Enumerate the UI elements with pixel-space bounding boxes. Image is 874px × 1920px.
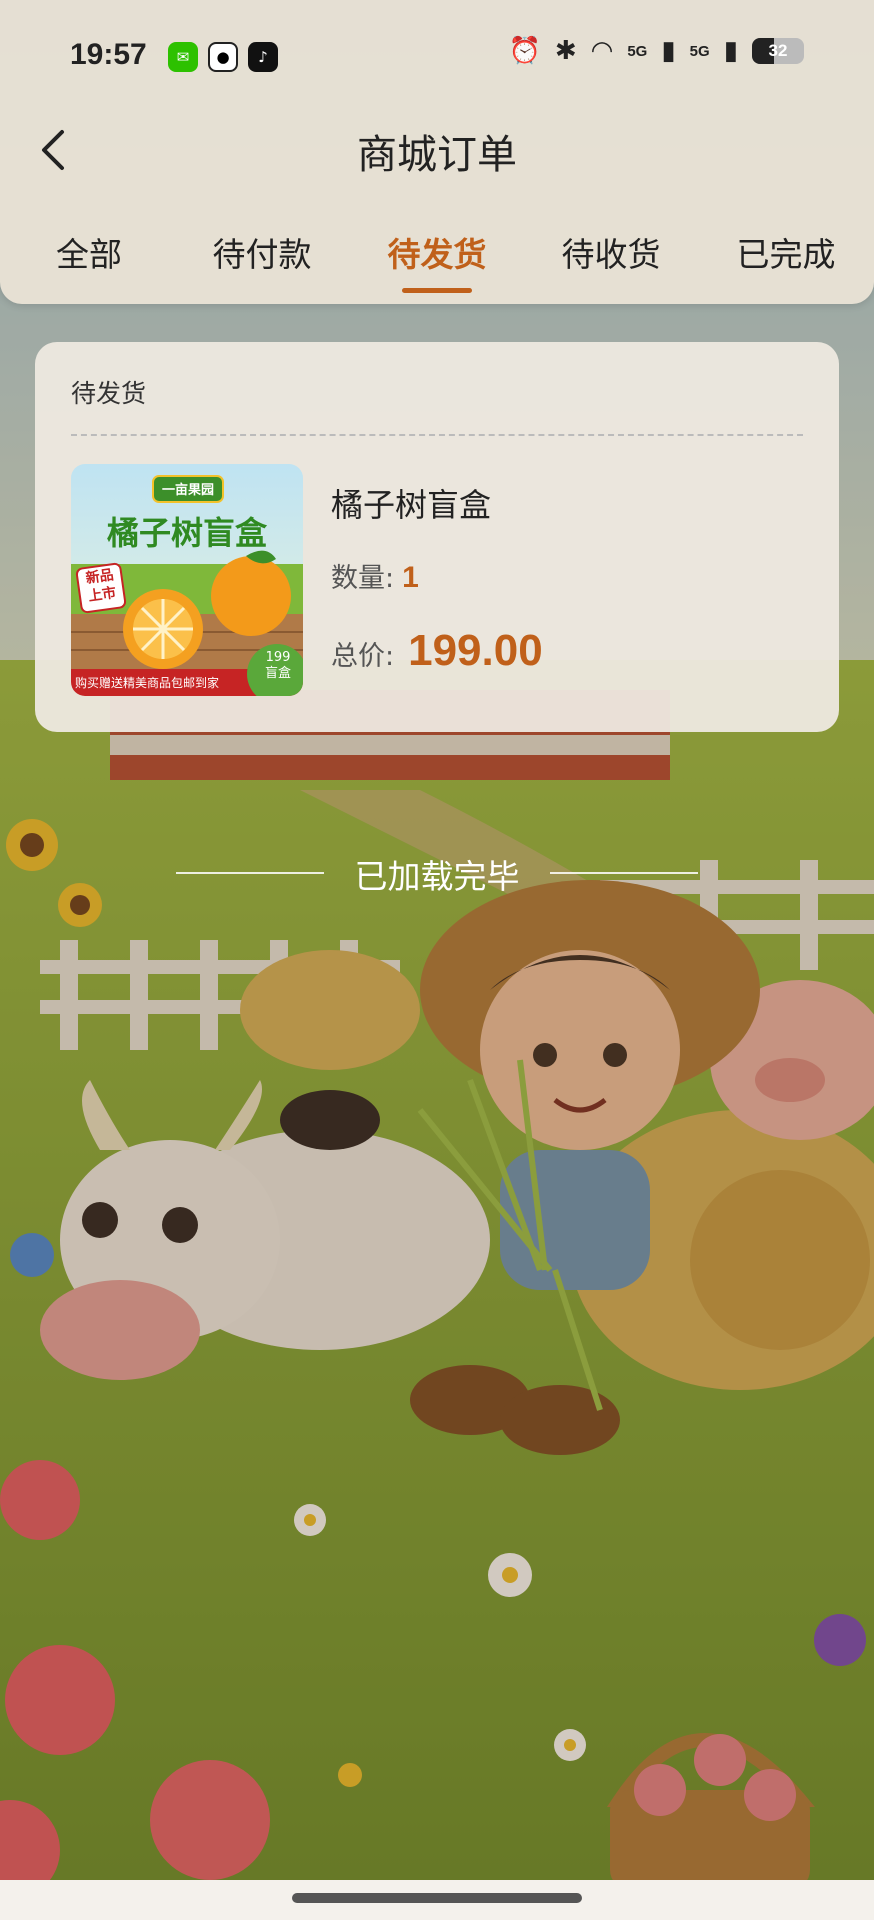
product-image-corner: 199 盲盒 xyxy=(261,650,295,682)
page-title: 商城订单 xyxy=(357,132,517,178)
qq-icon: ● xyxy=(208,42,238,72)
wechat-icon: ✉ xyxy=(168,42,198,72)
battery-icon: 32 xyxy=(752,38,804,64)
total-price-label: 总价: xyxy=(331,641,395,672)
product-image-corner-price: 199 xyxy=(265,650,291,665)
quantity-value: 1 xyxy=(402,561,419,594)
alarm-icon: ⏰ xyxy=(508,36,541,66)
product-image[interactable]: 一亩果园 橘子树盲盒 新品上市 购买赠送精美商品包邮到家 199 盲盒 xyxy=(71,464,303,696)
product-image-sticker: 新品上市 xyxy=(84,567,118,605)
order-tabs: 全部 待付款 待发货 待收货 已完成 xyxy=(0,228,874,298)
status-right: ⏰ ✱ ◠ 5G ▮ 5G ▮ 32 xyxy=(508,36,804,66)
total-price-row: 总价: 199.00 xyxy=(331,626,543,676)
tab-pending-receipt[interactable]: 待收货 xyxy=(546,228,676,276)
quantity-row: 数量: 1 xyxy=(331,556,419,595)
product-image-corner-label: 盲盒 xyxy=(264,666,291,681)
product-image-banner: 购买赠送精美商品包邮到家 xyxy=(75,676,220,690)
product-image-title: 橘子树盲盒 xyxy=(106,514,267,552)
tab-pending-payment[interactable]: 待付款 xyxy=(197,228,327,276)
order-divider xyxy=(71,434,803,436)
status-time: 19:57 xyxy=(70,38,147,71)
tab-all[interactable]: 全部 xyxy=(24,228,154,276)
header-panel: 19:57 ✉ ● ♪ ⏰ ✱ ◠ 5G ▮ 5G ▮ 32 商城订单 全部 待… xyxy=(0,0,874,304)
signal-1-icon: ▮ xyxy=(661,36,676,66)
tab-completed[interactable]: 已完成 xyxy=(721,228,851,276)
signal-1-label: 5G xyxy=(627,42,648,60)
end-of-list-text: 已加载完毕 xyxy=(354,857,520,896)
tab-pending-shipment[interactable]: 待发货 xyxy=(372,228,502,276)
order-card[interactable]: 待发货 一亩果园 橘子树盲盒 新品上市 购买赠送精美商品包邮到家 199 盲盒 … xyxy=(35,342,839,732)
tiktok-icon: ♪ xyxy=(248,42,278,72)
home-indicator[interactable] xyxy=(292,1893,582,1903)
wifi-icon: ◠ xyxy=(590,36,614,66)
quantity-label: 数量: xyxy=(331,563,395,594)
bluetooth-icon: ✱ xyxy=(554,36,577,66)
signal-2-icon: ▮ xyxy=(723,36,738,66)
status-bar: 19:57 ✉ ● ♪ ⏰ ✱ ◠ 5G ▮ 5G ▮ 32 xyxy=(0,0,874,116)
product-name: 橘子树盲盒 xyxy=(331,486,492,524)
tab-active-indicator xyxy=(402,288,472,293)
end-divider-right xyxy=(550,872,698,874)
signal-2-label: 5G xyxy=(689,42,710,60)
battery-level: 32 xyxy=(768,41,788,60)
product-image-badge: 一亩果园 xyxy=(161,483,214,498)
total-price-value: 199.00 xyxy=(408,626,543,675)
order-status: 待发货 xyxy=(71,379,147,408)
